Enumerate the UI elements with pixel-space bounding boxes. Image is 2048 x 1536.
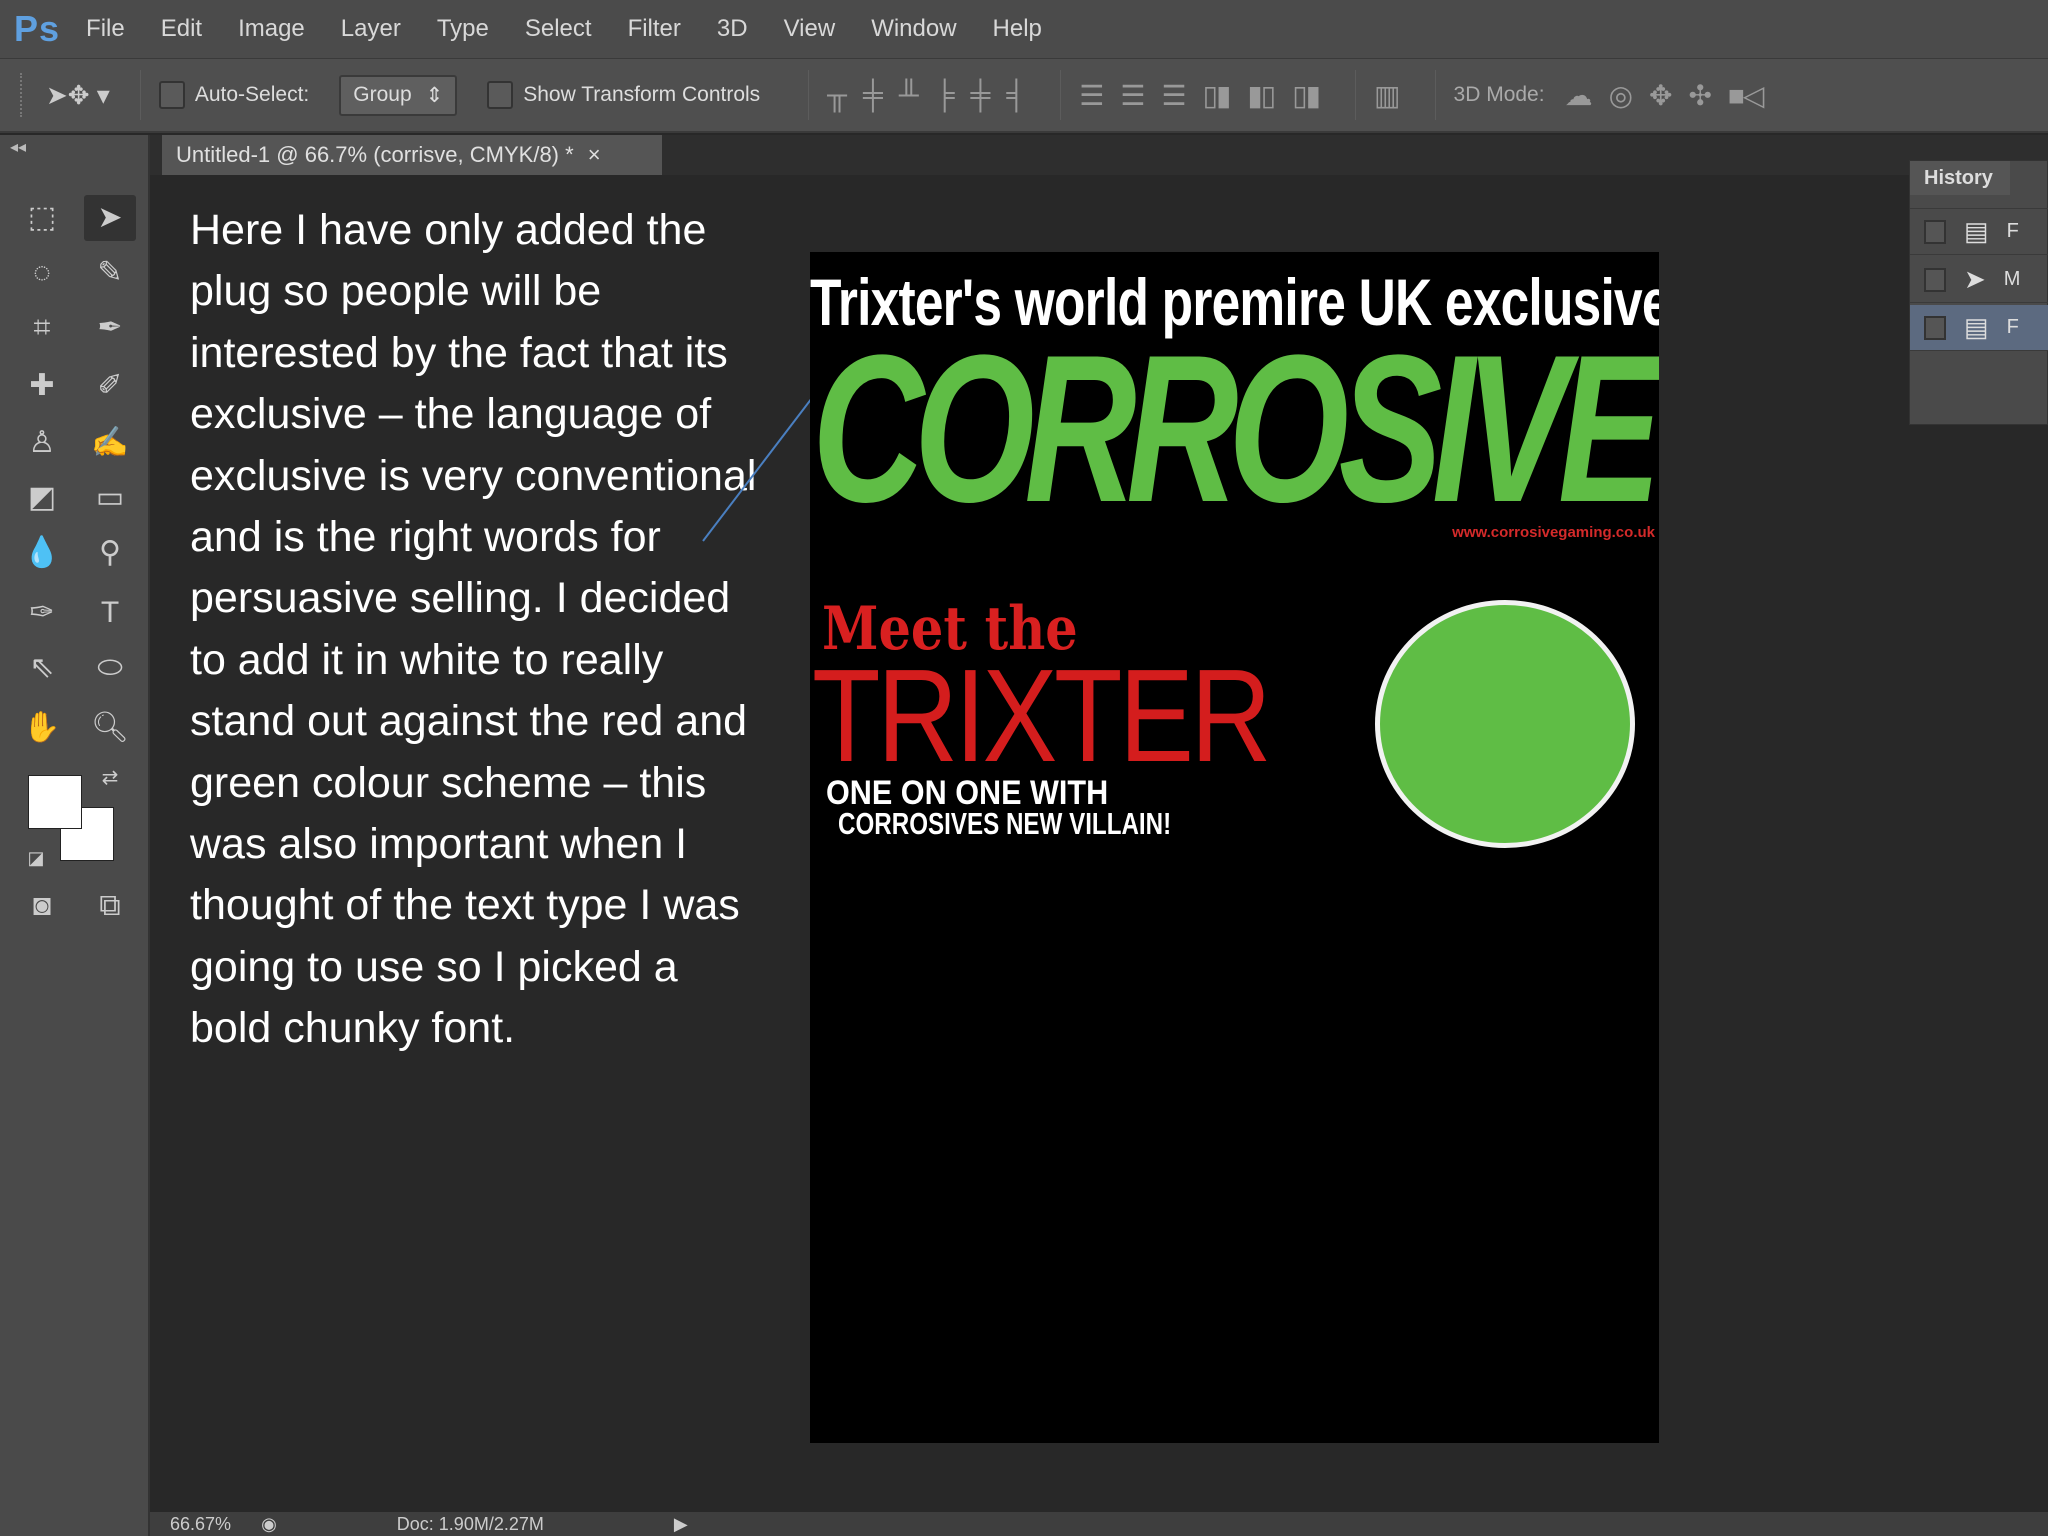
history-item[interactable]: ▤ F xyxy=(1910,209,2048,255)
green-circle xyxy=(1375,600,1635,848)
history-item[interactable]: ➤ M xyxy=(1910,257,2048,303)
trixter-title: TRIXTER xyxy=(812,642,1272,789)
doc-size: Doc: 1.90M/2.27M xyxy=(396,1513,544,1534)
status-menu-arrow[interactable]: ▶ xyxy=(674,1514,688,1535)
history-item-selected[interactable]: ▤ F xyxy=(1910,305,2048,351)
info-icon[interactable]: ◉ xyxy=(261,1514,277,1535)
history-item-partial[interactable] xyxy=(1910,195,2048,209)
history-tab[interactable]: History xyxy=(1910,161,2010,195)
document-canvas[interactable]: Trixter's world premire UK exclusive ! C… xyxy=(810,252,1659,1443)
history-item-label: F xyxy=(2006,316,2019,338)
history-panel: History ▤ F ➤ M ▤ F xyxy=(1909,160,2048,425)
snapshot-checkbox[interactable] xyxy=(1924,267,1946,292)
cover-subline-2: CORROSIVES NEW VILLAIN! xyxy=(838,806,1172,841)
document-icon: ▤ xyxy=(1964,216,1989,246)
website-text: www.corrosivegaming.co.uk xyxy=(1452,524,1655,541)
history-item-label: F xyxy=(2006,220,2019,242)
document-icon: ▤ xyxy=(1964,312,1989,342)
move-icon: ➤ xyxy=(1964,264,1986,294)
zoom-level[interactable]: 66.67% xyxy=(170,1514,231,1535)
snapshot-checkbox[interactable] xyxy=(1924,315,1946,340)
foreground-color-swatch[interactable] xyxy=(28,775,82,829)
status-bar: 66.67% ◉ Doc: 1.90M/2.27M ▶ xyxy=(150,1512,2048,1536)
snapshot-checkbox[interactable] xyxy=(1924,219,1946,244)
history-item-label: M xyxy=(2003,268,2021,290)
masthead: CORROSIVE xyxy=(812,311,1659,546)
